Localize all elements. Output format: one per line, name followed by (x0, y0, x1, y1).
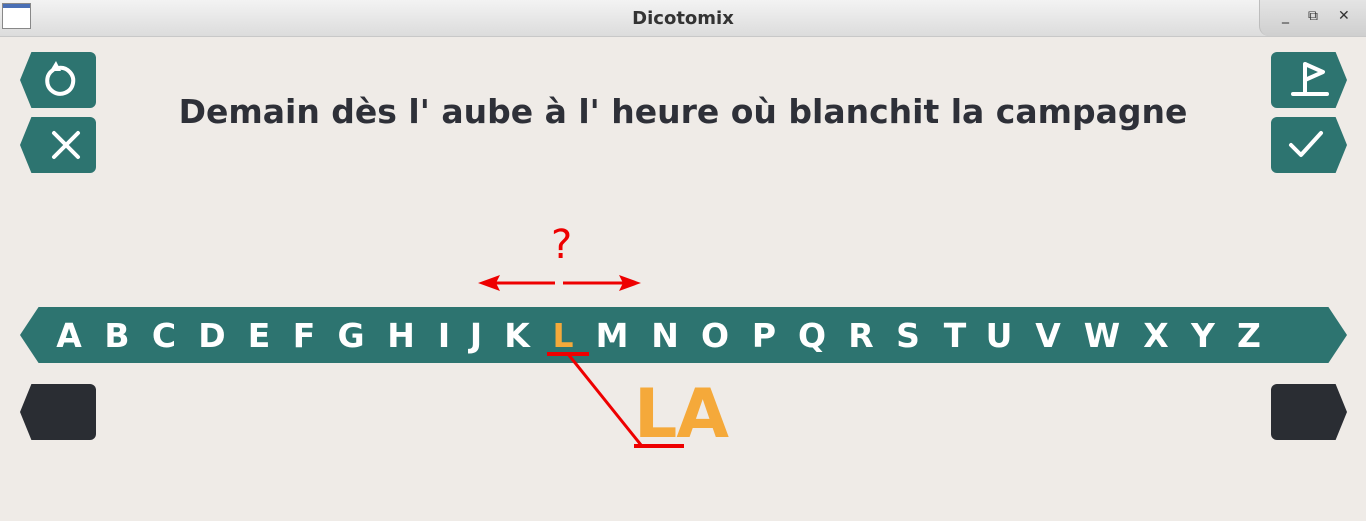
minimize-button[interactable]: _ (1282, 8, 1289, 24)
letter-a[interactable]: A (49, 316, 89, 355)
letter-x[interactable]: X (1136, 316, 1176, 355)
letter-s[interactable]: S (888, 316, 928, 355)
letter-e[interactable]: E (239, 316, 279, 355)
flag-icon (1291, 62, 1329, 96)
letter-n[interactable]: N (645, 316, 685, 355)
letter-g[interactable]: G (331, 316, 371, 355)
connector-line (566, 353, 643, 446)
question-mark: ? (551, 222, 573, 268)
sentence-text: Demain dès l' aube à l' heure où blanchi… (178, 92, 1188, 131)
letter-h[interactable]: H (381, 316, 421, 355)
letter-u[interactable]: U (979, 316, 1019, 355)
close-window-button[interactable]: ✕ (1338, 8, 1350, 24)
letter-l[interactable]: L (543, 316, 583, 355)
letter-y[interactable]: Y (1183, 316, 1223, 355)
letter-k[interactable]: K (497, 316, 537, 355)
letter-b[interactable]: B (97, 316, 137, 355)
letter-w[interactable]: W (1082, 316, 1122, 355)
validate-button[interactable] (1271, 117, 1347, 173)
previous-button[interactable] (20, 384, 96, 440)
left-arrow-head (478, 275, 500, 291)
window-controls: _ ⧉ ✕ (1259, 0, 1366, 36)
check-icon (1289, 131, 1323, 157)
undo-button[interactable] (20, 52, 96, 108)
letter-m[interactable]: M (592, 316, 632, 355)
restore-button[interactable]: ⧉ (1308, 8, 1318, 24)
close-icon (52, 131, 80, 159)
letter-z[interactable]: Z (1229, 316, 1269, 355)
cancel-button[interactable] (20, 117, 96, 173)
letter-c[interactable]: C (144, 316, 184, 355)
letter-d[interactable]: D (192, 316, 232, 355)
letter-o[interactable]: O (695, 316, 735, 355)
letter-v[interactable]: V (1028, 316, 1068, 355)
right-arrow-head (619, 275, 641, 291)
letter-j[interactable]: J (456, 316, 496, 355)
window-title: Dicotomix (632, 8, 734, 29)
next-button[interactable] (1271, 384, 1347, 440)
letter-t[interactable]: T (935, 316, 975, 355)
letter-p[interactable]: P (744, 316, 784, 355)
letter-f[interactable]: F (284, 316, 324, 355)
undo-icon (45, 61, 76, 96)
current-word: LA (634, 375, 729, 454)
title-bar: Dicotomix _ ⧉ ✕ (0, 0, 1366, 37)
letter-q[interactable]: Q (792, 316, 832, 355)
flag-button[interactable] (1271, 52, 1347, 108)
letter-r[interactable]: R (841, 316, 881, 355)
